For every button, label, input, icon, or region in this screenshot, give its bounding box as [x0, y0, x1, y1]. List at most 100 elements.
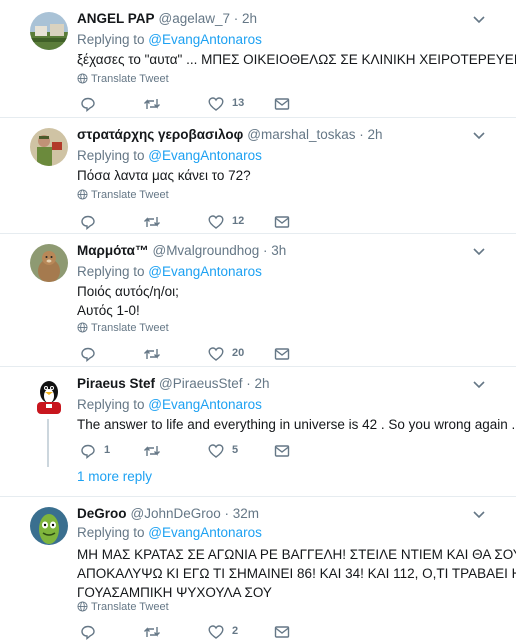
globe-icon	[77, 322, 88, 333]
handle[interactable]: @Mvalgroundhog · 3h	[152, 243, 286, 258]
tweet-text-line: Ποιός αυτός/η/οι;	[77, 284, 179, 299]
heart-icon	[208, 215, 224, 229]
tweet-text-line: ΓΟΥΑΣΑΜΠΙΚΗ ΨΥΧΟΥΛΑ ΣΟΥ	[77, 585, 272, 600]
like-count: 12	[232, 215, 245, 227]
tweet-actions: 2	[77, 624, 297, 640]
translate-tweet[interactable]: Translate Tweet	[77, 189, 169, 201]
chevron-down-icon[interactable]	[470, 129, 488, 143]
tweet-text: ΜΗ ΜΑΣ ΚΡΑΤΑΣ ΣΕ ΑΓΩΝΙΑ ΡΕ ΒΑΓΓΕΛΗ! ΣΤΕΙ…	[77, 545, 516, 602]
tweet-header: Μαρμότα™ @Mvalgroundhog · 3h	[77, 243, 286, 258]
envelope-icon	[274, 216, 290, 228]
replying-to-label: Replying to	[77, 525, 149, 540]
retweet-icon	[144, 99, 160, 109]
tweet-text-line: The answer to life and everything in uni…	[77, 417, 516, 432]
tweet-3[interactable]: Μαρμότα™ @Mvalgroundhog · 3h Replying to …	[0, 234, 516, 367]
heart-icon	[208, 347, 224, 361]
thread-line	[47, 419, 49, 467]
envelope-icon	[274, 626, 290, 638]
replying-to: Replying to @EvangAntonaros	[77, 264, 262, 279]
replying-to: Replying to @EvangAntonaros	[77, 397, 262, 412]
like-count: 2	[232, 625, 239, 637]
avatar[interactable]	[30, 244, 68, 282]
retweet-icon	[144, 446, 160, 456]
replying-to-link[interactable]: @EvangAntonaros	[148, 32, 262, 47]
replying-to-link[interactable]: @EvangAntonaros	[148, 264, 262, 279]
tweet-actions: 20	[77, 346, 297, 362]
tweet-actions: 13	[77, 96, 297, 112]
tweet-text-line: Αυτός 1-0!	[77, 303, 140, 318]
display-name[interactable]: Μαρμότα™	[77, 243, 148, 258]
replying-to: Replying to @EvangAntonaros	[77, 148, 262, 163]
heart-icon	[208, 97, 224, 111]
more-replies-link[interactable]: 1 more reply	[77, 469, 152, 484]
envelope-icon	[274, 445, 290, 457]
tweet-header: DeGroo @JohnDeGroo · 32m	[77, 506, 259, 521]
avatar[interactable]	[30, 507, 68, 545]
chevron-down-icon[interactable]	[470, 13, 488, 27]
reply-icon	[81, 215, 95, 230]
tweet-text: Ποιός αυτός/η/οι; Αυτός 1-0!	[77, 282, 179, 320]
chevron-down-icon[interactable]	[470, 378, 488, 392]
handle[interactable]: @agelaw_7 · 2h	[159, 11, 258, 26]
tweet-actions: 1 5	[77, 443, 297, 459]
handle[interactable]: @PiraeusStef · 2h	[159, 376, 270, 391]
envelope-icon	[274, 98, 290, 110]
tweet-text-line: ΜΗ ΜΑΣ ΚΡΑΤΑΣ ΣΕ ΑΓΩΝΙΑ ΡΕ ΒΑΓΓΕΛΗ! ΣΤΕΙ…	[77, 547, 516, 562]
replying-to: Replying to @EvangAntonaros	[77, 525, 262, 540]
translate-label: Translate Tweet	[91, 601, 169, 613]
heart-icon	[208, 625, 224, 639]
display-name[interactable]: Piraeus Stef	[77, 376, 155, 391]
like-count: 20	[232, 347, 245, 359]
retweet-icon	[144, 349, 160, 359]
translate-label: Translate Tweet	[91, 189, 169, 201]
reply-icon	[81, 444, 95, 459]
tweet-4[interactable]: Piraeus Stef @PiraeusStef · 2h Replying t…	[0, 367, 516, 497]
replying-to-link[interactable]: @EvangAntonaros	[148, 525, 262, 540]
replying-to: Replying to @EvangAntonaros	[77, 32, 262, 47]
tweet-1[interactable]: ANGEL PAP @agelaw_7 · 2h Replying to @Eva…	[0, 0, 516, 118]
replying-to-label: Replying to	[77, 148, 149, 163]
tweet-actions: 12	[77, 214, 297, 230]
reply-icon	[81, 625, 95, 640]
like-count: 5	[232, 444, 239, 456]
globe-icon	[77, 601, 88, 612]
replying-to-link[interactable]: @EvangAntonaros	[148, 148, 262, 163]
like-count: 13	[232, 97, 245, 109]
avatar[interactable]	[30, 12, 68, 50]
tweet-text: Πόσα λαντα μας κάνει το 72?	[77, 166, 251, 185]
translate-label: Translate Tweet	[91, 73, 169, 85]
handle[interactable]: @marshal_toskas · 2h	[247, 127, 382, 142]
replying-to-label: Replying to	[77, 264, 149, 279]
globe-icon	[77, 189, 88, 200]
chevron-down-icon[interactable]	[470, 245, 488, 259]
avatar[interactable]	[30, 128, 68, 166]
replying-to-label: Replying to	[77, 397, 149, 412]
tweet-2[interactable]: στρατάρχης γεροβασιλοφ @marshal_toskas · …	[0, 118, 516, 234]
retweet-icon	[144, 627, 160, 637]
chevron-down-icon[interactable]	[470, 508, 488, 522]
display-name[interactable]: ANGEL PAP	[77, 11, 155, 26]
retweet-icon	[144, 217, 160, 227]
avatar[interactable]	[30, 377, 68, 415]
tweet-5[interactable]: DeGroo @JohnDeGroo · 32m Replying to @Eva…	[0, 497, 516, 641]
reply-icon	[81, 347, 95, 362]
handle[interactable]: @JohnDeGroo · 32m	[131, 506, 260, 521]
tweet-text-line: ΑΠΟΚΑΛΥΨΩ ΚΙ ΕΓΩ ΤΙ ΣΗΜΑΙΝΕΙ 86! ΚΑΙ 34!…	[77, 566, 516, 581]
tweet-text: The answer to life and everything in uni…	[77, 415, 515, 434]
display-name[interactable]: στρατάρχης γεροβασιλοφ	[77, 127, 243, 142]
tweet-text-line: ξέχασες το "αυτα" ... ΜΠΕΣ ΟΙΚΕΙΟΘΕΛΩΣ Σ…	[77, 52, 516, 67]
reply-icon	[81, 97, 95, 112]
translate-tweet[interactable]: Translate Tweet	[77, 601, 169, 613]
reply-count: 1	[104, 444, 111, 456]
tweet-text-line: Πόσα λαντα μας κάνει το 72?	[77, 168, 251, 183]
envelope-icon	[274, 348, 290, 360]
tweet-header: Piraeus Stef @PiraeusStef · 2h	[77, 376, 270, 391]
heart-icon	[208, 444, 224, 458]
translate-label: Translate Tweet	[91, 322, 169, 334]
globe-icon	[77, 73, 88, 84]
replying-to-link[interactable]: @EvangAntonaros	[148, 397, 262, 412]
tweet-text: ξέχασες το "αυτα" ... ΜΠΕΣ ΟΙΚΕΙΟΘΕΛΩΣ Σ…	[77, 50, 516, 69]
translate-tweet[interactable]: Translate Tweet	[77, 73, 169, 85]
display-name[interactable]: DeGroo	[77, 506, 127, 521]
translate-tweet[interactable]: Translate Tweet	[77, 322, 169, 334]
